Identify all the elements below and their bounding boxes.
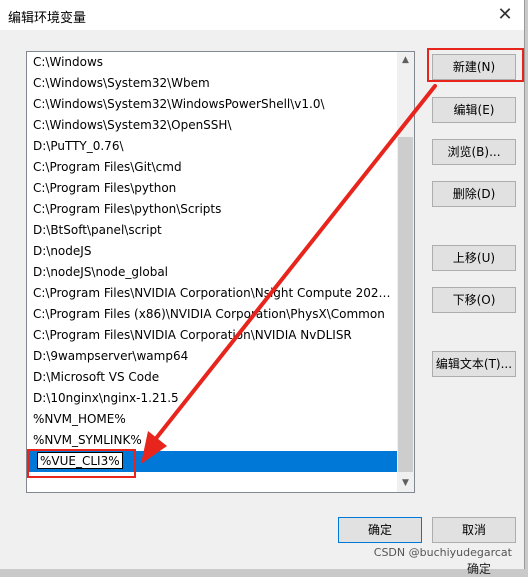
watermark: CSDN @buchiyudegarcat xyxy=(373,546,512,559)
edit-env-variable-dialog: 编辑环境变量 ✕ C:\Windows C:\Windows\System32\W… xyxy=(0,0,525,569)
annotation-arrow-icon xyxy=(141,84,437,464)
